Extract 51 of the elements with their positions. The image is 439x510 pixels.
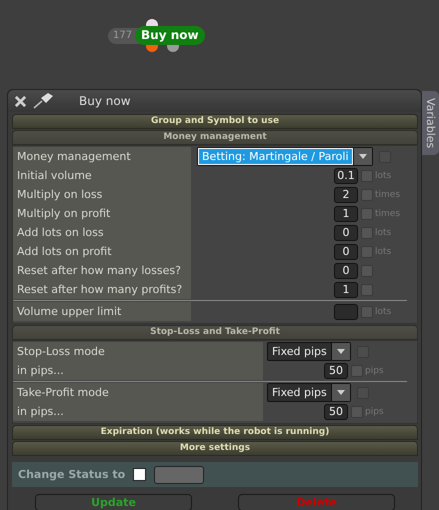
number-field[interactable]: 1: [334, 206, 358, 222]
section-header[interactable]: Group and Symbol to use: [12, 114, 418, 129]
field-label: Multiply on loss: [13, 185, 191, 204]
checkbox[interactable]: [361, 170, 373, 182]
node-label[interactable]: Buy now: [135, 26, 205, 45]
number-field[interactable]: 1: [334, 282, 358, 298]
checkbox[interactable]: [351, 406, 363, 418]
dropdown[interactable]: Fixed pips: [267, 383, 351, 402]
number-field[interactable]: 50: [324, 404, 348, 420]
variables-tab[interactable]: Variables: [422, 91, 439, 155]
field-label: in pips...: [13, 361, 263, 380]
field-label: Initial volume: [13, 166, 191, 185]
checkbox[interactable]: [361, 208, 373, 220]
checkbox[interactable]: [361, 306, 373, 318]
field-label: Multiply on profit: [13, 204, 191, 223]
field-label: Money management: [13, 147, 191, 166]
checkbox[interactable]: [361, 264, 373, 276]
status-field[interactable]: [154, 466, 204, 484]
window-title: Buy now: [79, 94, 131, 108]
field-label: Add lots on profit: [13, 242, 191, 261]
field-label: Volume upper limit: [13, 302, 191, 321]
dropdown[interactable]: Fixed pips: [267, 342, 351, 361]
number-field[interactable]: 2: [334, 186, 358, 202]
field-label: Stop-Loss mode: [13, 342, 263, 361]
field-label: Add lots on loss: [13, 223, 191, 242]
checkbox[interactable]: [361, 226, 373, 238]
number-field[interactable]: [334, 304, 358, 320]
section-header[interactable]: Money management: [12, 130, 418, 145]
pin-icon[interactable]: [33, 93, 55, 109]
section-header[interactable]: Stop-Loss and Take-Profit: [12, 325, 418, 340]
caret-icon: [336, 349, 345, 354]
field-label: Reset after how many losses?: [13, 261, 191, 280]
section-header[interactable]: More settings: [12, 441, 418, 456]
checkbox[interactable]: [361, 246, 373, 258]
status-swatch[interactable]: [133, 468, 146, 481]
number-field[interactable]: 0: [334, 244, 358, 260]
caret-icon: [336, 390, 345, 395]
checkbox[interactable]: [351, 364, 363, 376]
caret-icon: [358, 154, 366, 159]
number-field[interactable]: 50: [324, 362, 348, 378]
field-label: Reset after how many profits?: [13, 280, 191, 299]
field-label: Take-Profit mode: [13, 383, 263, 402]
close-icon[interactable]: [14, 94, 27, 108]
number-field[interactable]: 0: [334, 262, 358, 278]
checkbox[interactable]: [361, 284, 373, 296]
number-field[interactable]: 0: [334, 224, 358, 240]
checkbox[interactable]: [361, 188, 373, 200]
field-label: in pips...: [13, 402, 263, 421]
section-header[interactable]: Expiration (works while the robot is running): [12, 425, 418, 440]
status-label: Change Status to: [18, 468, 126, 481]
number-field[interactable]: 0.1: [334, 168, 358, 184]
